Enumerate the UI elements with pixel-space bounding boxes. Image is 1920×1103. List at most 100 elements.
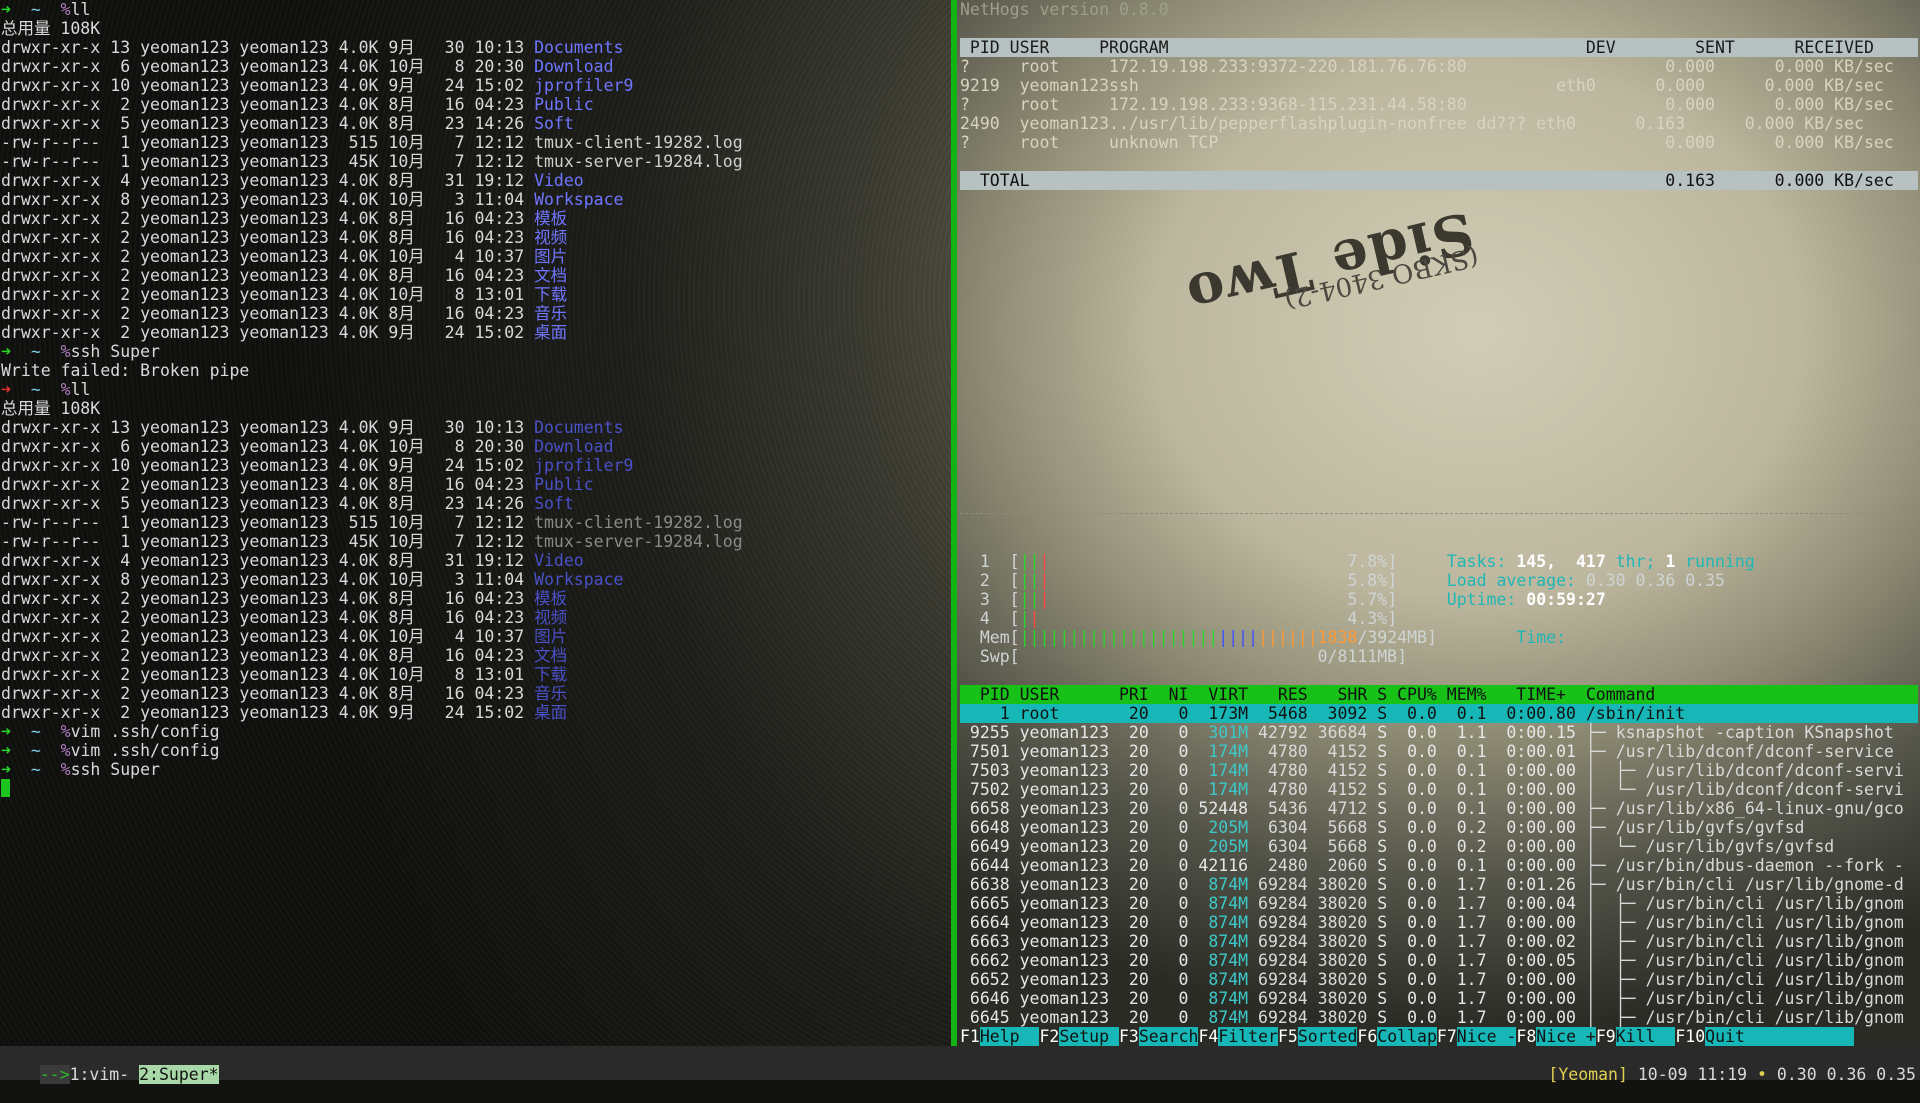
process-pid[interactable]: 7503 bbox=[960, 761, 1010, 780]
directory-name[interactable]: 桌面 bbox=[534, 703, 567, 722]
directory-name[interactable]: 图片 bbox=[534, 627, 567, 646]
directory-name[interactable]: Video bbox=[534, 171, 584, 190]
fkey-f5[interactable]: F5 bbox=[1278, 1027, 1298, 1046]
directory-name[interactable]: 音乐 bbox=[534, 304, 567, 323]
directory-name[interactable]: Download bbox=[534, 57, 613, 76]
fkey-f3[interactable]: F3 bbox=[1119, 1027, 1139, 1046]
fkey-f8[interactable]: F8 bbox=[1516, 1027, 1536, 1046]
process-user: yeoman123 bbox=[1009, 761, 1110, 780]
directory-name[interactable]: Public bbox=[534, 475, 594, 494]
process-pid[interactable]: 6652 bbox=[960, 970, 1010, 989]
process-pid[interactable]: 6638 bbox=[960, 875, 1010, 894]
fkey-label-f10[interactable]: Quit bbox=[1705, 1027, 1855, 1046]
directory-name[interactable]: 视频 bbox=[534, 608, 567, 627]
process-pid[interactable]: 6664 bbox=[960, 913, 1010, 932]
fkey-label-f5[interactable]: Sorted bbox=[1297, 1027, 1358, 1046]
process-command[interactable]: /usr/lib/dconf/dconf-servi bbox=[1645, 780, 1903, 799]
process-pid[interactable]: 9255 bbox=[960, 723, 1010, 742]
process-pid[interactable]: 6665 bbox=[960, 894, 1010, 913]
file-name[interactable]: tmux-server-19284.log bbox=[534, 152, 743, 171]
directory-name[interactable]: Workspace bbox=[534, 190, 623, 209]
directory-name[interactable]: 下载 bbox=[534, 285, 567, 304]
nethogs-process[interactable]: ? root 172.19.198.233:9372-220.181.76.76… bbox=[960, 57, 1894, 76]
process-pid[interactable]: 7502 bbox=[960, 780, 1010, 799]
process-command[interactable]: /usr/bin/dbus-daemon --fork - bbox=[1616, 856, 1904, 875]
fkey-label-f1[interactable]: Help bbox=[979, 1027, 1040, 1046]
process-pid[interactable]: 6646 bbox=[960, 989, 1010, 1008]
process-command[interactable]: /usr/lib/x86_64-linux-gnu/gco bbox=[1616, 799, 1904, 818]
directory-name[interactable]: Documents bbox=[534, 38, 623, 57]
directory-name[interactable]: jprofiler9 bbox=[534, 76, 633, 95]
process-command[interactable]: /usr/bin/cli /usr/lib/gnom bbox=[1645, 1008, 1903, 1027]
selected-process[interactable]: 1 root 20 0 173M 5468 3092 S 0.0 0.1 0:0… bbox=[960, 704, 1686, 723]
fkey-f4[interactable]: F4 bbox=[1198, 1027, 1218, 1046]
directory-name[interactable]: 文档 bbox=[534, 646, 567, 665]
fkey-label-f4[interactable]: Filter bbox=[1218, 1027, 1278, 1046]
directory-name[interactable]: 文档 bbox=[534, 266, 567, 285]
process-tree: │ ├─ bbox=[1585, 989, 1646, 1008]
nethogs-process[interactable]: 9219 yeoman123ssh eth0 0.000 0.000 KB/se… bbox=[960, 76, 1884, 95]
process-pid[interactable]: 6662 bbox=[960, 951, 1010, 970]
fkey-f10[interactable]: F10 bbox=[1675, 1027, 1705, 1046]
fkey-label-f8[interactable]: Nice + bbox=[1536, 1027, 1596, 1046]
directory-name[interactable]: Download bbox=[534, 437, 613, 456]
tmux-window-1[interactable]: 1:vim- bbox=[70, 1065, 130, 1084]
tmux-window-2[interactable]: 2:Super* bbox=[139, 1065, 219, 1084]
nethogs-process[interactable]: ? root unknown TCP 0.000 0.000 KB/sec bbox=[960, 133, 1894, 152]
directory-name[interactable]: Workspace bbox=[534, 570, 623, 589]
fkey-label-f2[interactable]: Setup bbox=[1059, 1027, 1119, 1046]
nethogs-process[interactable]: 2490 yeoman123../usr/lib/pepperflashplug… bbox=[960, 114, 1864, 133]
file-name[interactable]: tmux-client-19282.log bbox=[534, 133, 743, 152]
fkey-f6[interactable]: F6 bbox=[1357, 1027, 1377, 1046]
fkey-label-f7[interactable]: Nice - bbox=[1456, 1027, 1517, 1046]
fkey-f1[interactable]: F1 bbox=[960, 1027, 980, 1046]
directory-name[interactable]: Documents bbox=[534, 418, 623, 437]
directory-name[interactable]: Video bbox=[534, 551, 584, 570]
process-command[interactable]: /usr/bin/cli /usr/lib/gnom bbox=[1645, 970, 1903, 989]
monitor-pane[interactable]: NetHogs version 0.8.0 PID USER PROGRAM D… bbox=[960, 0, 1918, 1027]
process-command[interactable]: /usr/lib/gvfs/gvfsd bbox=[1616, 818, 1805, 837]
directory-name[interactable]: 模板 bbox=[534, 589, 567, 608]
fkey-f2[interactable]: F2 bbox=[1039, 1027, 1059, 1046]
directory-name[interactable]: 桌面 bbox=[534, 323, 567, 342]
process-command[interactable]: /usr/bin/cli /usr/lib/gnom bbox=[1645, 894, 1903, 913]
shell-pane[interactable]: ➜ ~ %ll 总用量 108K drwxr-xr-x 13 yeoman123 y… bbox=[1, 0, 949, 798]
fkey-label-f9[interactable]: Kill bbox=[1615, 1027, 1676, 1046]
directory-name[interactable]: 图片 bbox=[534, 247, 567, 266]
terminal-cursor[interactable] bbox=[1, 779, 10, 797]
process-command[interactable]: /usr/bin/cli /usr/lib/gnome-d bbox=[1616, 875, 1904, 894]
file-meta: drwxr-xr-x 2 yeoman123 yeoman123 4.0K 8月… bbox=[1, 228, 535, 247]
nethogs-process[interactable]: ? root 172.19.198.233:9368-115.231.44.58… bbox=[960, 95, 1894, 114]
directory-name[interactable]: jprofiler9 bbox=[534, 456, 633, 475]
file-name[interactable]: tmux-server-19284.log bbox=[534, 532, 743, 551]
process-command[interactable]: /usr/bin/cli /usr/lib/gnom bbox=[1645, 989, 1903, 1008]
directory-name[interactable]: 音乐 bbox=[534, 684, 567, 703]
process-pid[interactable]: 6644 bbox=[960, 856, 1010, 875]
fkey-label-f3[interactable]: Search bbox=[1138, 1027, 1199, 1046]
process-pid[interactable]: 6645 bbox=[960, 1008, 1010, 1027]
fkey-f9[interactable]: F9 bbox=[1596, 1027, 1616, 1046]
directory-name[interactable]: 下载 bbox=[534, 665, 567, 684]
directory-name[interactable]: 视频 bbox=[534, 228, 567, 247]
fkey-f7[interactable]: F7 bbox=[1437, 1027, 1457, 1046]
process-command[interactable]: /usr/lib/dconf/dconf-service bbox=[1616, 742, 1894, 761]
process-pid[interactable]: 6663 bbox=[960, 932, 1010, 951]
fkey-label-f6[interactable]: Collap bbox=[1377, 1027, 1437, 1046]
directory-name[interactable]: Public bbox=[534, 95, 594, 114]
process-command[interactable]: /usr/lib/gvfs/gvfsd bbox=[1645, 837, 1834, 856]
process-pid[interactable]: 6648 bbox=[960, 818, 1010, 837]
pane-divider[interactable] bbox=[951, 0, 957, 1046]
process-command[interactable]: /usr/bin/cli /usr/lib/gnom bbox=[1645, 951, 1903, 970]
directory-name[interactable]: 模板 bbox=[534, 209, 567, 228]
directory-name[interactable]: Soft bbox=[534, 494, 574, 513]
process-command[interactable]: /usr/bin/cli /usr/lib/gnom bbox=[1645, 913, 1903, 932]
process-priority: 20 0 bbox=[1109, 932, 1189, 951]
directory-name[interactable]: Soft bbox=[534, 114, 574, 133]
process-pid[interactable]: 7501 bbox=[960, 742, 1010, 761]
process-command[interactable]: ksnapshot -caption KSnapshot bbox=[1616, 723, 1894, 742]
process-pid[interactable]: 6649 bbox=[960, 837, 1010, 856]
process-command[interactable]: /usr/lib/dconf/dconf-servi bbox=[1645, 761, 1903, 780]
process-pid[interactable]: 6658 bbox=[960, 799, 1010, 818]
process-command[interactable]: /usr/bin/cli /usr/lib/gnom bbox=[1645, 932, 1903, 951]
file-name[interactable]: tmux-client-19282.log bbox=[534, 513, 743, 532]
